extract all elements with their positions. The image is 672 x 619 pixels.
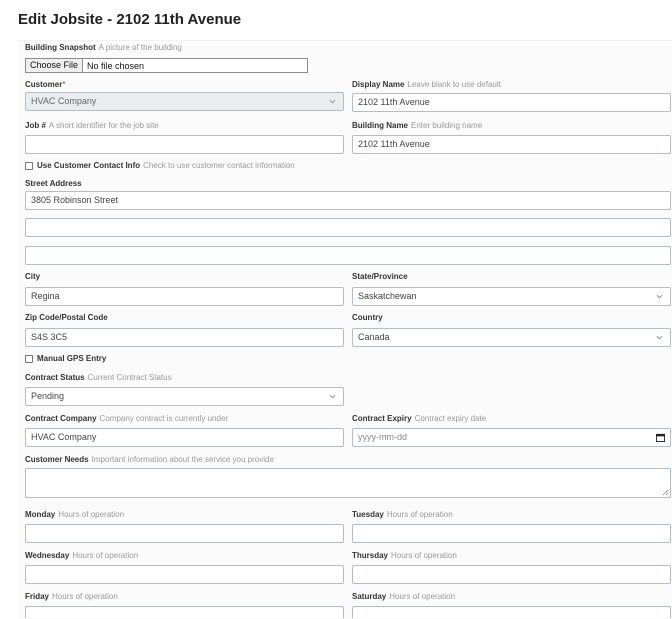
building-name-input[interactable]: 2102 11th Avenue (352, 135, 671, 154)
choose-file-button[interactable]: Choose File (26, 59, 84, 72)
city-label: City (25, 272, 41, 281)
customer-needs-textarea[interactable] (25, 468, 671, 498)
street-line2-input[interactable] (25, 218, 671, 237)
page-title: Edit Jobsite - 2102 11th Avenue (18, 11, 242, 28)
saturday-label: Saturday Hours of operation (352, 592, 456, 601)
display-name-label: Display Name Leave blank to use default (352, 80, 501, 89)
snapshot-hint: A picture of the building (98, 43, 182, 52)
use-contact-hint: Check to use customer contact informatio… (143, 161, 295, 170)
thursday-hint: Hours of operation (391, 551, 457, 560)
wednesday-hint: Hours of operation (72, 551, 139, 560)
contract-expiry-input[interactable]: yyyy-mm-dd (352, 428, 671, 447)
friday-hint: Hours of operation (52, 592, 118, 601)
friday-label: Friday Hours of operation (25, 592, 118, 601)
job-number-input[interactable] (25, 135, 344, 154)
country-value: Canada (358, 332, 390, 342)
thursday-hours-input[interactable] (352, 565, 671, 584)
use-contact-label: Use Customer Contact Info Check to use cu… (37, 161, 295, 170)
chevron-down-icon (656, 335, 663, 340)
saturday-hint: Hours of operation (389, 592, 456, 601)
contract-company-label: Contract Company Company contract is curr… (25, 414, 229, 423)
tuesday-label: Tuesday Hours of operation (352, 510, 453, 519)
monday-label: Monday Hours of operation (25, 510, 125, 519)
customer-label: Customer* (25, 80, 66, 89)
file-status: No file chosen (87, 61, 145, 71)
state-select[interactable]: Saskatchewan (352, 287, 671, 306)
required-mark: * (62, 80, 66, 89)
chevron-down-icon (656, 294, 663, 299)
street-line3-input[interactable] (25, 246, 671, 265)
display-name-hint: Leave blank to use default (407, 80, 501, 89)
country-label: Country (352, 313, 383, 322)
thursday-label: Thursday Hours of operation (352, 551, 457, 560)
contract-status-label: Contract Status Current Contract Status (25, 373, 172, 382)
snapshot-label: Building Snapshot A picture of the buildi… (25, 43, 182, 52)
building-name-label: Building Name Enter building name (352, 121, 483, 130)
manual-gps-checkbox[interactable] (25, 355, 33, 363)
tuesday-hint: Hours of operation (386, 510, 453, 519)
customer-select[interactable]: HVAC Company (25, 92, 344, 111)
job-number-label: Job # A short identifier for the job site (25, 121, 159, 130)
street-label: Street Address (25, 179, 82, 188)
street-line1-input[interactable]: 3805 Robinson Street (25, 191, 671, 210)
manual-gps-label: Manual GPS Entry (37, 354, 107, 363)
contract-status-value: Pending (31, 391, 65, 401)
country-select[interactable]: Canada (352, 328, 671, 347)
customer-value: HVAC Company (31, 96, 97, 106)
job-number-hint: A short identifier for the job site (48, 121, 159, 130)
contract-status-select[interactable]: Pending (25, 387, 344, 406)
state-value: Saskatchewan (358, 291, 417, 301)
contract-company-hint: Company contract is currently under (99, 414, 229, 423)
zip-input[interactable]: S4S 3C5 (25, 328, 344, 347)
contract-expiry-label: Contract Expiry Contract expiry date (352, 414, 487, 423)
tuesday-hours-input[interactable] (352, 524, 671, 543)
calendar-icon[interactable] (656, 433, 665, 442)
contract-status-hint: Current Contract Status (87, 373, 172, 382)
resize-handle-icon[interactable] (662, 489, 669, 496)
monday-hint: Hours of operation (58, 510, 125, 519)
contract-expiry-placeholder: yyyy-mm-dd (358, 432, 407, 442)
building-name-hint: Enter building name (411, 121, 483, 130)
wednesday-hours-input[interactable] (25, 565, 344, 584)
customer-needs-label: Customer Needs Important information abou… (25, 455, 274, 464)
customer-needs-hint: Important information about the service … (91, 455, 274, 464)
monday-hours-input[interactable] (25, 524, 344, 543)
display-name-input[interactable]: 2102 11th Avenue (352, 93, 671, 112)
use-contact-checkbox[interactable] (25, 162, 33, 170)
saturday-hours-input[interactable] (352, 606, 671, 618)
contract-company-input[interactable]: HVAC Company (25, 428, 344, 447)
friday-hours-input[interactable] (25, 606, 344, 618)
snapshot-file-input[interactable]: Choose File No file chosen (25, 58, 308, 73)
zip-label: Zip Code/Postal Code (25, 313, 108, 322)
wednesday-label: Wednesday Hours of operation (25, 551, 139, 560)
chevron-down-icon (329, 99, 336, 104)
state-label: State/Province (352, 272, 408, 281)
chevron-down-icon (329, 394, 336, 399)
city-input[interactable]: Regina (25, 287, 344, 306)
contract-expiry-hint: Contract expiry date (414, 414, 487, 423)
